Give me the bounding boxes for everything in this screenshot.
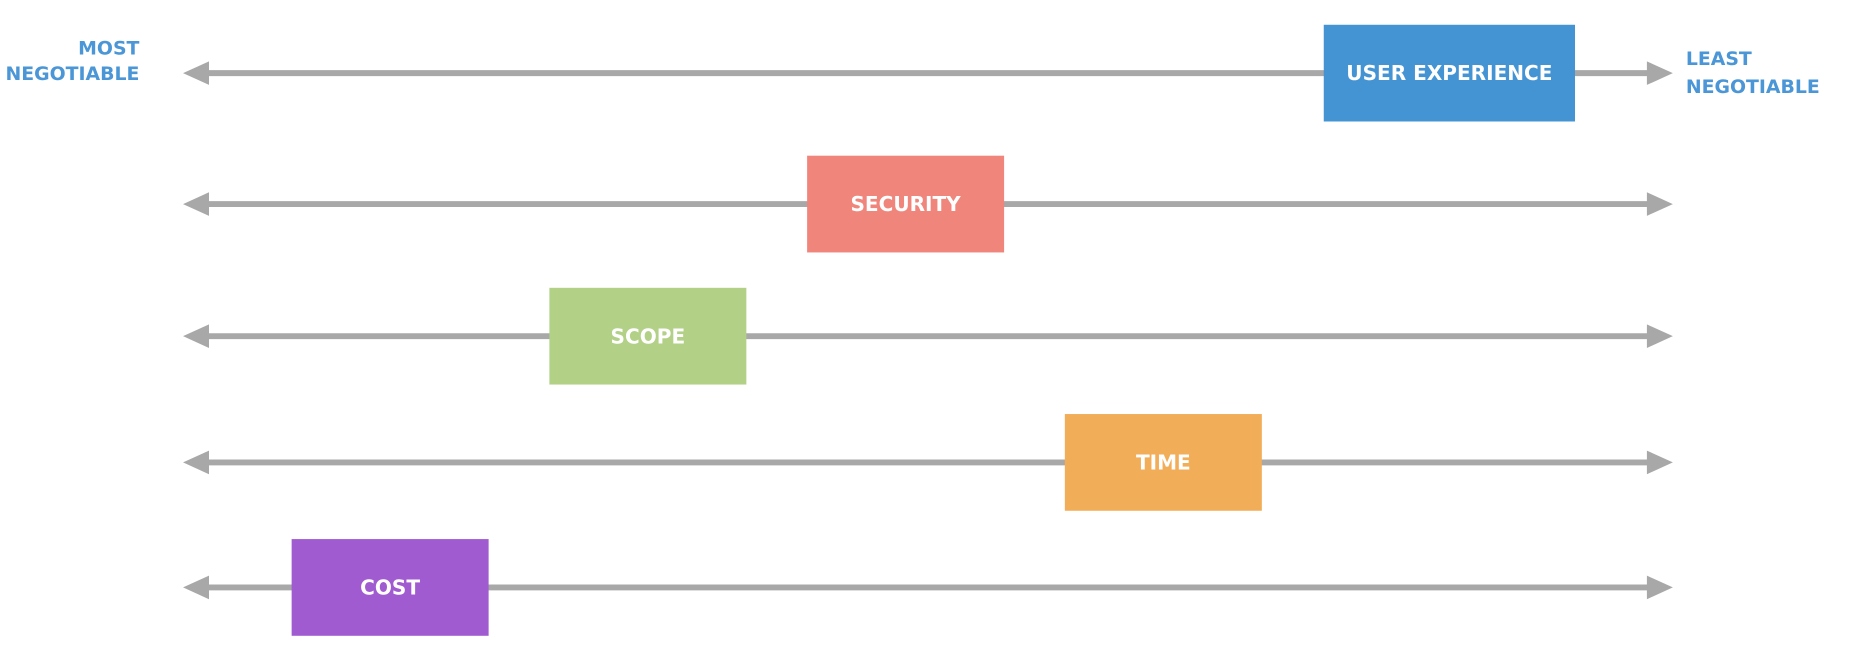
scale-row-scope: SCOPE [183, 287, 1673, 385]
negotiability-diagram: MOST NEGOTIABLE LEAST NEGOTIABLE USER EX… [5, 24, 1820, 636]
least-label-line2: NEGOTIABLE [1686, 76, 1820, 98]
most-label-line2: NEGOTIABLE [5, 63, 139, 85]
arrow-left-icon [183, 192, 209, 216]
arrow-right-icon [1646, 61, 1673, 85]
scale-row-cost: COST [183, 539, 1673, 636]
arrow-right-icon [1646, 450, 1673, 475]
item-label: USER EXPERIENCE [1346, 61, 1552, 85]
item-label: COST [360, 576, 420, 600]
item-label: TIME [1136, 450, 1191, 474]
least-label-line1: LEAST [1686, 48, 1752, 70]
scale-row-security: SECURITY [183, 155, 1673, 253]
most-label-line1: MOST [78, 37, 139, 59]
arrow-left-icon [183, 575, 209, 600]
arrow-left-icon [183, 61, 209, 85]
item-label: SECURITY [850, 192, 961, 216]
arrow-right-icon [1646, 324, 1673, 348]
item-label: SCOPE [611, 324, 686, 348]
arrow-right-icon [1646, 575, 1673, 600]
scale-row-user-experience: USER EXPERIENCE [183, 24, 1673, 122]
arrow-right-icon [1646, 192, 1673, 216]
arrow-left-icon [183, 450, 209, 475]
scale-row-time: TIME [183, 414, 1673, 511]
arrow-left-icon [183, 324, 209, 348]
